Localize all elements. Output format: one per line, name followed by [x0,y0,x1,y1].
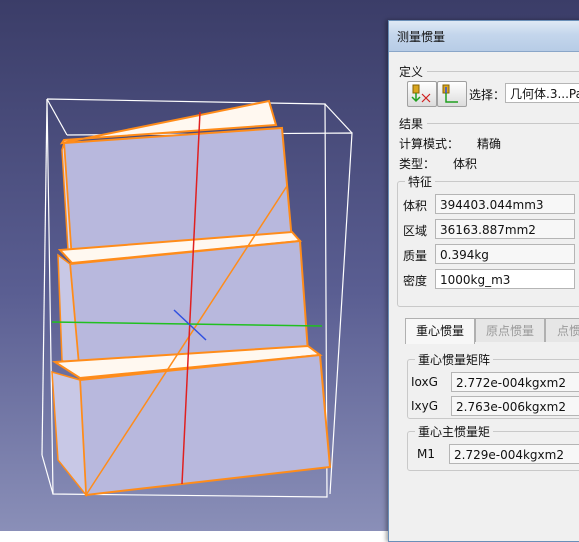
area-label: 区域 [403,224,428,238]
tab-center-of-gravity-inertia[interactable]: 重心惯量 [405,318,475,344]
ioxg-value: 2.772e-004kgxm2 [451,372,579,392]
part-block-bottom[interactable] [51,344,332,498]
area-value: 36163.887mm2 [435,219,575,239]
dialog-content: 定义 选择： 几何体.3...Part1 结果 计算模式： 精确 类型： 体积 [395,55,579,541]
density-field[interactable]: 1000kg_m3 [435,269,575,289]
axis-tool-icon [442,84,458,103]
definition-label: 定义 [399,65,424,79]
inertia-matrix-title: 重心惯量矩阵 [415,351,494,368]
tab-bar: 重心惯量 原点惯量 点惯量 [405,318,579,344]
ixyg-value: 2.763e-006kgxm2 [451,396,579,416]
dialog-titlebar[interactable]: 测量惯量 [389,21,579,52]
selection-label: 选择： [469,88,506,102]
result-divider [427,123,579,124]
definition-divider [427,71,579,72]
m1-label: M1 [417,447,435,461]
select-tool-button[interactable] [407,81,437,107]
ioxg-label: IoxG [411,375,438,389]
axis-tool-button[interactable] [437,81,467,107]
tab-point-inertia[interactable]: 点惯量 [545,318,579,342]
volume-value: 394403.044mm3 [435,194,575,214]
selection-field[interactable]: 几何体.3...Part1 [505,83,579,103]
measure-inertia-dialog: 测量惯量 定义 选择： 几何体.3...Part1 结果 计算模式： 精确 类型… [388,20,579,542]
mass-value: 0.394kg [435,244,575,264]
type-value: 体积 [453,157,478,171]
calc-mode-label: 计算模式： [399,137,460,151]
features-title: 特征 [405,173,436,190]
tab-origin-inertia[interactable]: 原点惯量 [475,318,545,342]
ixyg-label: IxyG [411,399,439,413]
select-tool-icon [411,84,431,103]
principal-moments-title: 重心主惯量矩 [415,423,494,440]
type-label: 类型： [399,157,436,171]
calc-mode-value: 精确 [477,137,502,151]
result-label: 结果 [399,117,424,131]
dialog-title: 测量惯量 [397,30,446,44]
density-label: 密度 [403,274,428,288]
mass-label: 质量 [403,249,428,263]
volume-label: 体积 [403,199,428,213]
m1-value: 2.729e-004kgxm2 [449,444,579,464]
